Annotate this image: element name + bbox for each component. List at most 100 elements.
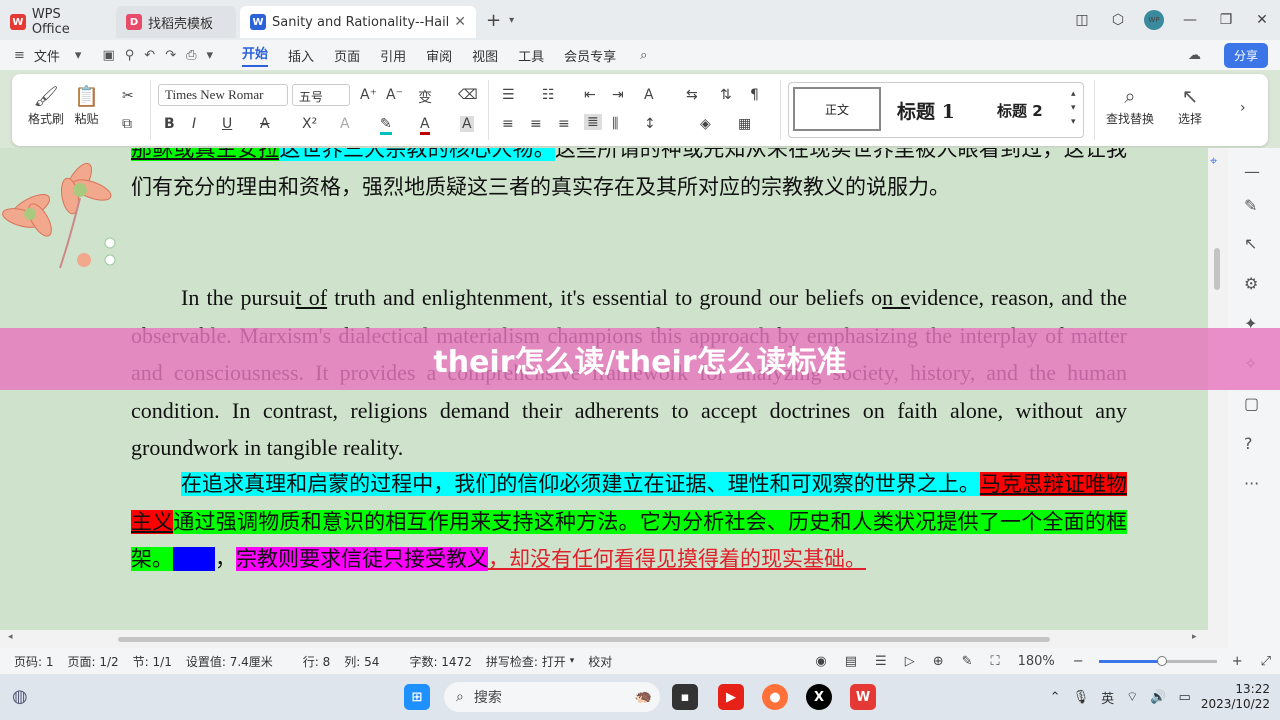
zoom-out-icon[interactable]: − — [1073, 654, 1084, 669]
horizontal-scrollbar[interactable]: ◂ ▸ — [0, 630, 1228, 648]
menu-home[interactable]: 开始 — [242, 43, 269, 67]
menu-tools[interactable]: 工具 — [518, 46, 544, 65]
bold-icon[interactable]: B — [164, 116, 175, 132]
help-icon[interactable]: ? — [1244, 434, 1253, 453]
link-icon[interactable]: ⚲ — [125, 48, 135, 63]
increase-indent-icon[interactable]: ⇥ — [612, 87, 624, 103]
text-direction-icon[interactable]: ⇆ — [686, 87, 698, 103]
font-size-select[interactable]: 五号 — [292, 84, 350, 106]
layout-icon[interactable]: ◫ — [1064, 12, 1100, 28]
fit-icon[interactable]: ⛶ — [991, 654, 1000, 669]
zoom-in-icon[interactable]: + — [1232, 654, 1243, 669]
page-view-icon[interactable]: ▤ — [845, 654, 857, 669]
highlight-icon[interactable]: ✎ — [380, 116, 392, 135]
clear-format-icon[interactable]: ⌫ — [458, 87, 478, 103]
pen-icon[interactable]: ✎ — [962, 654, 973, 669]
border-icon[interactable]: ▦ — [738, 116, 751, 132]
close-window-icon[interactable]: ✕ — [1244, 12, 1280, 28]
phonetic-icon[interactable]: 变 — [418, 87, 432, 107]
web-icon[interactable]: ⊕ — [933, 654, 944, 669]
redo-icon[interactable]: ↷ — [165, 48, 176, 63]
shading-icon[interactable]: ◈ — [700, 116, 711, 132]
menu-member[interactable]: 会员专享 — [564, 46, 616, 65]
book-icon[interactable]: ▢ — [1244, 394, 1259, 413]
scroll-left-icon[interactable]: ◂ — [8, 632, 13, 642]
youtube-icon[interactable]: ▶ — [718, 684, 744, 710]
status-words[interactable]: 字数: 1472 — [409, 653, 471, 670]
settings-sliders-icon[interactable]: ⚙ — [1244, 274, 1258, 293]
play-icon[interactable]: ▷ — [905, 654, 915, 669]
zoom-slider-knob[interactable] — [1156, 655, 1167, 666]
chevron-down-icon[interactable]: ▾ — [509, 15, 514, 26]
windows-start-icon[interactable]: ⊞ — [404, 684, 430, 710]
clock[interactable]: 13:22 2023/10/22 — [1201, 682, 1270, 712]
distributed-icon[interactable]: ⫼ — [612, 116, 618, 132]
select-button[interactable]: ↖ 选择 — [1178, 84, 1202, 127]
decrease-indent-icon[interactable]: ⇤ — [584, 87, 596, 103]
wps-taskbar-icon[interactable]: W — [850, 684, 876, 710]
font-grow-icon[interactable]: A⁺ — [360, 87, 377, 103]
copy-icon[interactable]: ⧉ — [122, 116, 132, 132]
align-right-icon[interactable]: ≡ — [558, 116, 570, 132]
sort-icon[interactable]: ⇅ — [720, 87, 732, 103]
format-painter-button[interactable]: 🖌 格式刷 — [28, 84, 64, 127]
menu-icon[interactable]: ≡ — [14, 48, 25, 63]
scrollbar-thumb[interactable] — [118, 637, 1050, 642]
more-icon[interactable]: ··· — [1244, 474, 1259, 493]
style-heading-2[interactable]: 标题 2 — [997, 100, 1043, 121]
menu-page[interactable]: 页面 — [334, 46, 360, 65]
wifi-icon[interactable]: ⌔ — [1126, 689, 1138, 705]
chevron-down-icon[interactable]: ▾ — [75, 48, 82, 63]
menu-insert[interactable]: 插入 — [288, 46, 314, 65]
zoom-slider[interactable] — [1098, 655, 1217, 666]
collapse-icon[interactable]: — — [1244, 162, 1260, 181]
location-pin-icon[interactable]: ⌖ — [1210, 154, 1217, 169]
minimize-icon[interactable]: — — [1172, 12, 1208, 28]
italic-icon[interactable]: I — [192, 116, 196, 132]
avatar[interactable]: WP — [1144, 10, 1164, 30]
superscript-icon[interactable]: X² — [302, 116, 317, 132]
chevron-right-icon[interactable]: › — [1240, 100, 1246, 116]
status-col[interactable]: 列: 54 — [344, 653, 379, 670]
tab-templates[interactable]: D 找稻壳模板 — [116, 6, 236, 38]
battery-icon[interactable]: ▭ — [1179, 690, 1191, 705]
status-page[interactable]: 页码: 1 — [14, 653, 54, 670]
widgets-icon[interactable]: ◍ — [12, 686, 28, 707]
zoom-level[interactable]: 180% — [1018, 654, 1055, 669]
cut-icon[interactable]: ✂ — [122, 88, 134, 104]
chevron-down-icon[interactable]: ▾ — [207, 48, 214, 63]
show-marks-icon[interactable]: ¶ — [750, 87, 759, 103]
edit-icon[interactable]: ✎ — [1244, 196, 1257, 215]
print-preview-icon[interactable]: ⎙ — [186, 48, 196, 63]
style-normal[interactable]: 正文 — [793, 87, 881, 131]
strikethrough-icon[interactable]: A — [260, 116, 270, 132]
underline-icon[interactable]: U — [222, 116, 232, 132]
save-icon[interactable]: ▣ — [102, 48, 114, 63]
menu-view[interactable]: 视图 — [472, 46, 498, 65]
outline-icon[interactable]: ☰ — [875, 654, 887, 669]
bullet-list-icon[interactable]: ☰ — [502, 87, 515, 103]
new-tab-icon[interactable]: + — [486, 10, 501, 31]
find-replace-button[interactable]: ⌕ 查找替换 — [1106, 84, 1154, 127]
cube-icon[interactable]: ⬡ — [1100, 12, 1136, 28]
status-spellcheck[interactable]: 拼写检查: 打开 — [486, 653, 566, 670]
fullscreen-icon[interactable]: ⤢ — [1261, 654, 1271, 669]
scroll-up-icon[interactable]: ▴ — [1071, 89, 1076, 99]
cursor-icon[interactable]: ↖ — [1244, 234, 1257, 253]
font-family-select[interactable]: Times New Romar — [158, 84, 288, 106]
style-heading-1[interactable]: 标题 1 — [897, 97, 955, 124]
justify-icon[interactable]: ≣ — [584, 114, 602, 130]
status-pages[interactable]: 页面: 1/2 — [68, 653, 119, 670]
chinese-layout-icon[interactable]: A — [644, 87, 654, 103]
char-shading-icon[interactable]: A — [460, 116, 474, 132]
x-icon[interactable]: X — [806, 684, 832, 710]
chevron-up-icon[interactable]: ⌃ — [1050, 690, 1061, 705]
menu-file[interactable]: 文件 — [34, 46, 60, 65]
volume-icon[interactable]: 🔊 — [1150, 690, 1166, 705]
microphone-icon[interactable]: 🎙 — [1073, 690, 1090, 705]
menu-references[interactable]: 引用 — [380, 46, 406, 65]
taskbar-search[interactable]: ⌕ 搜索 🦔 — [444, 682, 660, 712]
status-section[interactable]: 节: 1/1 — [133, 653, 172, 670]
chevron-down-icon[interactable]: ▾ — [570, 656, 575, 666]
search-icon[interactable]: ⌕ — [640, 48, 647, 63]
